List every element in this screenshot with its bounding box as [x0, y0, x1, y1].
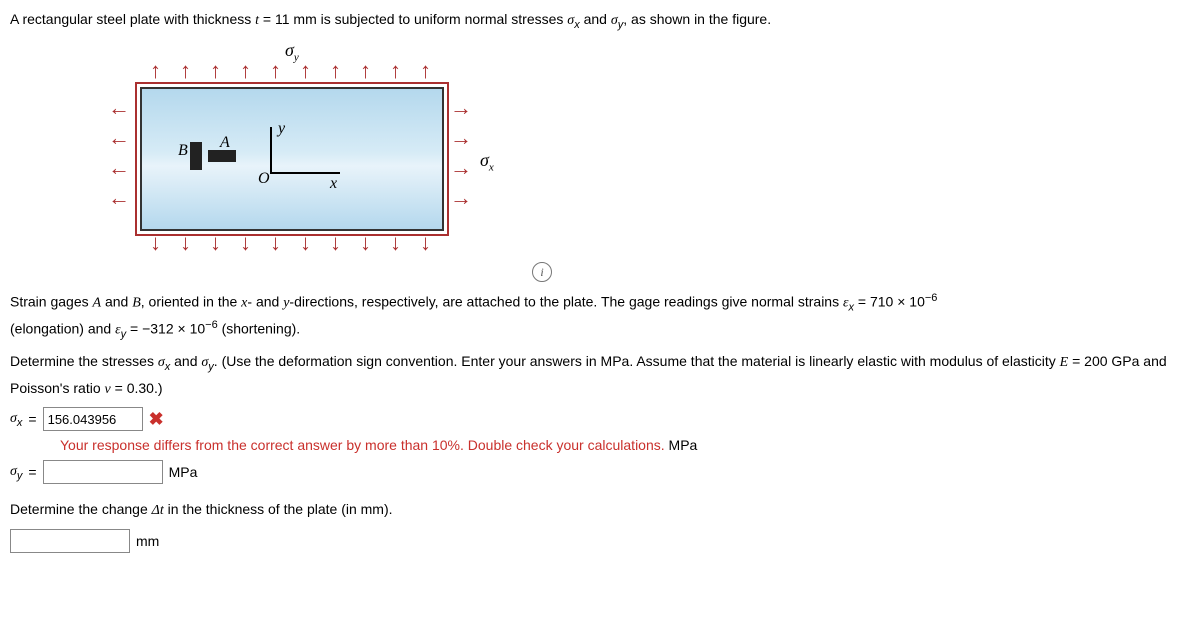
text: and: [580, 11, 611, 27]
strain-description: Strain gages A and B, oriented in the x-…: [10, 290, 1190, 344]
incorrect-icon: ✖: [149, 409, 164, 430]
unit-label: MPa: [169, 464, 198, 480]
determine-stresses-prompt: Determine the stresses σx and σy. (Use t…: [10, 350, 1190, 401]
equals: =: [28, 411, 36, 427]
gage-b-label: B: [178, 142, 188, 160]
sigma-y-answer-row: σy = MPa: [10, 460, 1190, 484]
sigma-x-answer-row: σx = ✖: [10, 407, 1190, 431]
stress-arrow-right: →: [450, 97, 472, 119]
sigma-y-input[interactable]: [43, 460, 163, 484]
gage-a-label: A: [220, 134, 230, 152]
sigma-x-symbol: σx: [10, 409, 22, 429]
stress-arrow-up: ↑: [330, 60, 341, 82]
x-axis-label: x: [330, 175, 337, 193]
delta-t-input[interactable]: [10, 529, 130, 553]
stress-arrow-up: ↑: [270, 60, 281, 82]
origin-label: O: [258, 170, 270, 188]
stress-arrow-up: ↑: [390, 60, 401, 82]
sigma-x-input[interactable]: [43, 407, 143, 431]
stress-arrow-left: ←: [108, 97, 130, 119]
text: , as shown in the figure.: [623, 11, 771, 27]
determine-thickness-prompt: Determine the change Δt in the thickness…: [10, 498, 1190, 522]
sigma-y-label: σy: [285, 40, 299, 64]
unit-label: mm: [136, 533, 159, 549]
delta-t-answer-row: mm: [10, 529, 1190, 553]
sigma: σ: [611, 13, 618, 28]
stress-arrow-left: ←: [108, 187, 130, 209]
sigma-x-feedback: Your response differs from the correct a…: [60, 435, 1190, 456]
y-axis: [270, 127, 272, 172]
strain-gage-b: [190, 142, 202, 170]
sigma-y-symbol: σy: [10, 462, 22, 482]
stress-arrow-up: ↑: [300, 60, 311, 82]
y-axis-label: y: [278, 120, 285, 138]
stress-arrow-up: ↑: [240, 60, 251, 82]
stress-arrow-right: →: [450, 157, 472, 179]
figure: σy ↑ ↑ ↑ ↑ ↑ ↑ ↑ ↑ ↑ ↑ ↓ ↓ ↓ ↓ ↓ ↓ ↓ ↓ ↓…: [80, 42, 560, 282]
x-axis: [270, 172, 340, 174]
stress-arrow-up: ↑: [360, 60, 371, 82]
stress-arrow-up: ↑: [180, 60, 191, 82]
stress-arrow-right: →: [450, 187, 472, 209]
text: =: [259, 11, 275, 27]
t-value: 11 mm: [275, 11, 317, 27]
equals: =: [28, 464, 36, 480]
stress-arrow-right: →: [450, 127, 472, 149]
stress-arrow-left: ←: [108, 157, 130, 179]
text: is subjected to uniform normal stresses: [317, 11, 568, 27]
sigma-x-label: σx: [480, 150, 494, 174]
stress-arrow-up: ↑: [210, 60, 221, 82]
stress-arrow-up: ↑: [420, 60, 431, 82]
problem-intro: A rectangular steel plate with thickness…: [10, 8, 1190, 34]
stress-arrow-up: ↑: [150, 60, 161, 82]
stress-arrow-left: ←: [108, 127, 130, 149]
text: A rectangular steel plate with thickness: [10, 11, 255, 27]
info-icon[interactable]: i: [532, 262, 552, 282]
